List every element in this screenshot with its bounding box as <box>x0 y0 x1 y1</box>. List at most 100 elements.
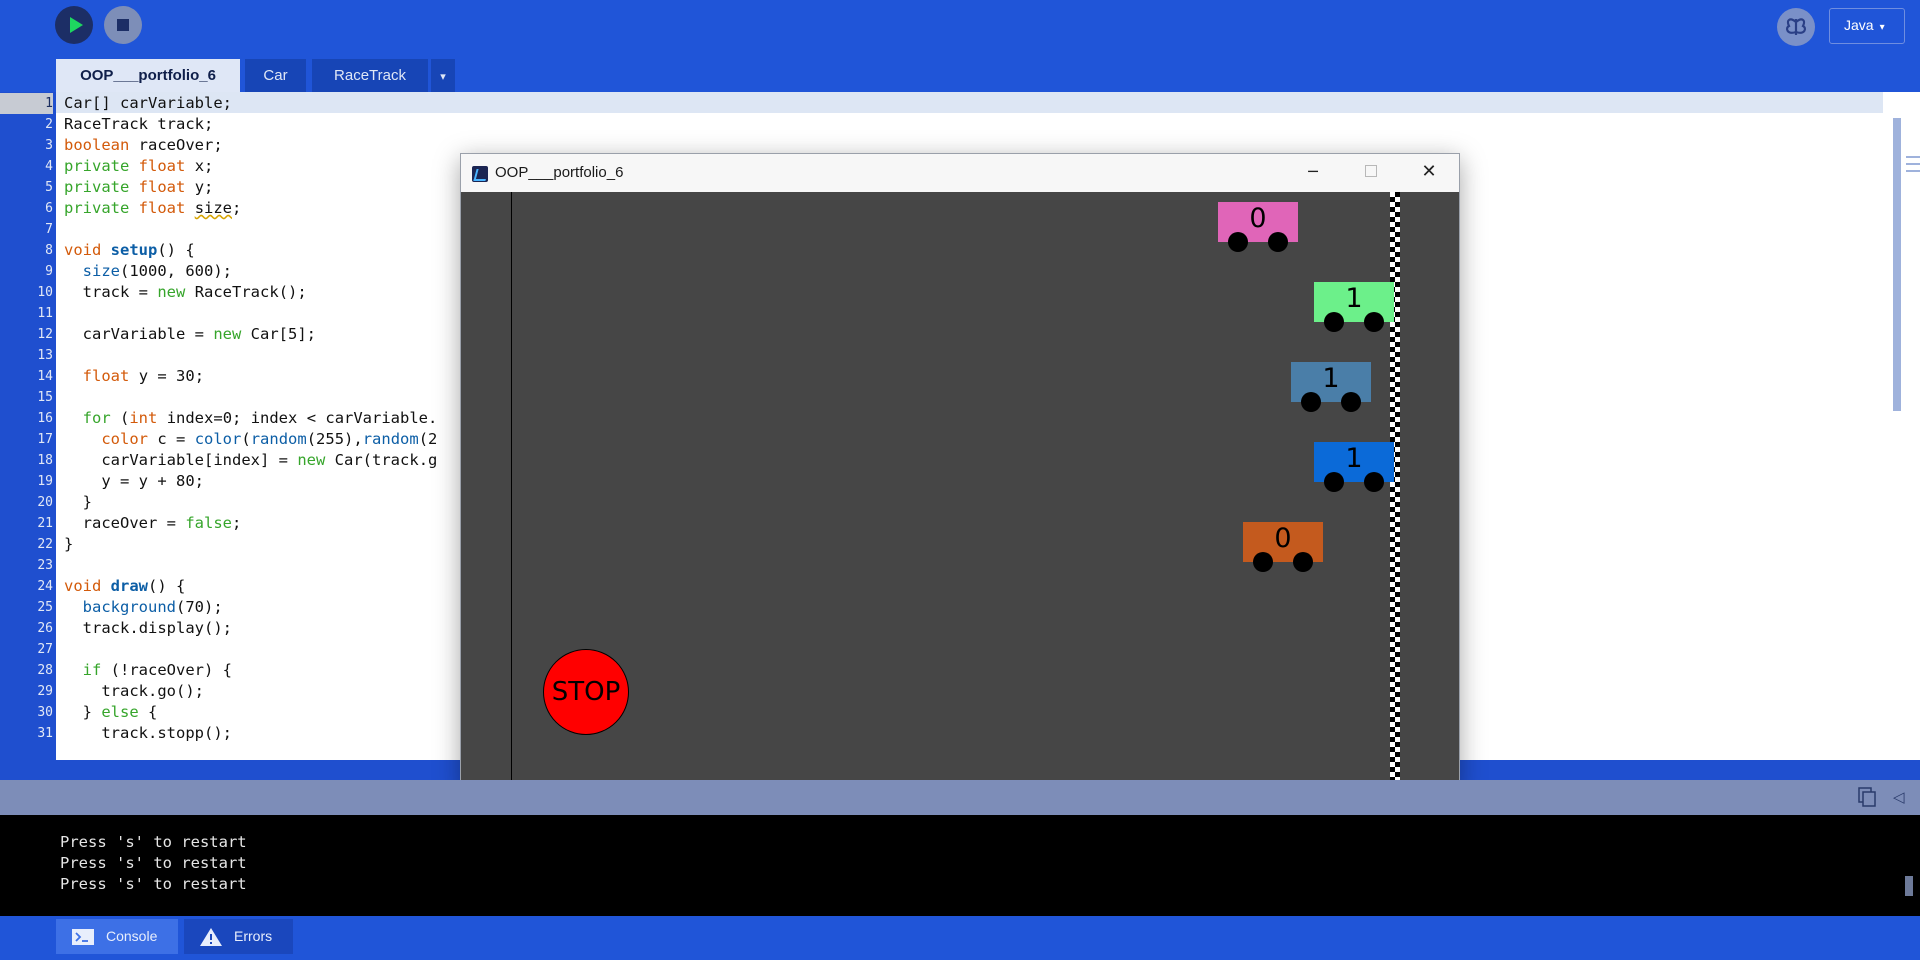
tab-racetrack[interactable]: RaceTrack <box>312 59 428 92</box>
code-line[interactable]: size(1000, 600); <box>64 261 232 282</box>
editor-scrollbar-thumb[interactable] <box>1893 118 1901 411</box>
code-line[interactable]: track.display(); <box>64 618 232 639</box>
car-lap-count: 0 <box>1249 203 1267 234</box>
line-number: 6 <box>45 201 53 216</box>
language-select[interactable]: Java ▾ <box>1829 8 1905 44</box>
stop-button-label: STOP <box>551 677 621 707</box>
race-car: 1 <box>1291 362 1371 412</box>
code-line[interactable]: void setup() { <box>64 240 195 261</box>
debugger-button[interactable] <box>1777 8 1815 46</box>
code-line[interactable]: boolean raceOver; <box>64 135 223 156</box>
minimap-marker <box>1906 156 1920 182</box>
code-line[interactable]: raceOver = false; <box>64 513 242 534</box>
race-car: 0 <box>1243 522 1323 572</box>
line-number: 2 <box>45 117 53 132</box>
code-line[interactable]: track.stopp(); <box>64 723 232 744</box>
code-line[interactable]: void draw() { <box>64 576 185 597</box>
window-titlebar[interactable]: OOP___portfolio_6 ─ ✕ <box>461 154 1459 192</box>
car-lap-count: 0 <box>1274 523 1292 554</box>
front-wheel <box>1364 472 1384 492</box>
race-car: 1 <box>1314 282 1394 332</box>
line-number: 9 <box>45 264 53 279</box>
code-line[interactable]: } <box>64 492 92 513</box>
console-line: Press 's' to restart <box>60 854 247 872</box>
line-number: 20 <box>37 495 53 510</box>
collapse-console-icon[interactable]: ◁ <box>1893 788 1905 806</box>
line-number: 7 <box>45 222 53 237</box>
editor-scrollbar[interactable] <box>1883 92 1920 760</box>
stop-icon <box>117 19 129 31</box>
butterfly-icon <box>1785 18 1807 35</box>
close-button[interactable]: ✕ <box>1400 154 1458 192</box>
current-line-highlight <box>56 92 1883 113</box>
race-car: 1 <box>1314 442 1394 492</box>
copy-icon[interactable] <box>1856 786 1878 808</box>
errors-tab[interactable]: Errors <box>184 919 293 954</box>
line-number: 24 <box>37 579 53 594</box>
code-line[interactable]: for (int index=0; index < carVariable. <box>64 408 438 429</box>
line-number: 19 <box>37 474 53 489</box>
chevron-down-icon: ▾ <box>1879 22 1885 33</box>
line-number: 17 <box>37 432 53 447</box>
tab-car[interactable]: Car <box>245 59 306 92</box>
language-label: Java <box>1844 17 1874 33</box>
code-line[interactable]: if (!raceOver) { <box>64 660 232 681</box>
code-line[interactable]: y = y + 80; <box>64 471 204 492</box>
code-line[interactable]: track.go(); <box>64 681 204 702</box>
tabs-menu-chevron-icon[interactable]: ▾ <box>431 59 455 92</box>
car-lap-count: 1 <box>1345 443 1363 474</box>
code-line[interactable]: carVariable[index] = new Car(track.g <box>64 450 437 471</box>
line-number: 21 <box>37 516 53 531</box>
code-line[interactable]: color c = color(random(255),random(2 <box>64 429 437 450</box>
processing-app-icon <box>472 166 488 182</box>
stop-button[interactable]: STOP <box>543 649 629 735</box>
sketch-canvas[interactable]: 0 1 1 1 0 STOP <box>461 192 1459 790</box>
console-scrollbar-thumb[interactable] <box>1905 876 1913 896</box>
line-number: 30 <box>37 705 53 720</box>
terminal-icon <box>72 929 94 945</box>
code-line[interactable]: } <box>64 534 73 555</box>
start-line <box>511 192 512 790</box>
line-number: 11 <box>37 306 53 321</box>
line-number: 8 <box>45 243 53 258</box>
line-number-gutter: 1 2 3 4 5 6 7 8 9 10 11 12 13 14 15 16 17 18 19 20 21 22 23 24 2… <box>0 92 56 760</box>
line-number: 5 <box>45 180 53 195</box>
rear-wheel <box>1301 392 1321 412</box>
line-number: 13 <box>37 348 53 363</box>
window-title: OOP___portfolio_6 <box>495 164 624 181</box>
front-wheel <box>1341 392 1361 412</box>
console-tab[interactable]: Console <box>56 919 178 954</box>
line-number: 22 <box>37 537 53 552</box>
run-button[interactable] <box>55 6 93 44</box>
errors-tab-label: Errors <box>234 928 273 944</box>
console-output[interactable]: Press 's' to restart Press 's' to restar… <box>0 815 1920 916</box>
code-line[interactable]: track = new RaceTrack(); <box>64 282 307 303</box>
rear-wheel <box>1253 552 1273 572</box>
maximize-button[interactable] <box>1342 154 1400 192</box>
line-number: 15 <box>37 390 53 405</box>
code-line[interactable]: Car[] carVariable; <box>64 93 232 114</box>
minimize-button[interactable]: ─ <box>1284 154 1342 192</box>
sketch-window[interactable]: OOP___portfolio_6 ─ ✕ 0 1 1 1 0 STOP <box>460 153 1460 791</box>
tab-oop-portfolio-6[interactable]: OOP___portfolio_6 <box>56 59 240 92</box>
line-number: 27 <box>37 642 53 657</box>
code-line[interactable]: background(70); <box>64 597 223 618</box>
line-number: 31 <box>37 726 53 741</box>
stop-button[interactable] <box>104 6 142 44</box>
code-line[interactable]: RaceTrack track; <box>64 114 213 135</box>
line-number: 14 <box>37 369 53 384</box>
line-number: 26 <box>37 621 53 636</box>
front-wheel <box>1364 312 1384 332</box>
code-line[interactable]: private float size; <box>64 198 241 219</box>
code-line[interactable]: } else { <box>64 702 158 723</box>
code-line[interactable]: private float y; <box>64 177 213 198</box>
rear-wheel <box>1324 472 1344 492</box>
code-line[interactable]: carVariable = new Car[5]; <box>64 324 316 345</box>
rear-wheel <box>1324 312 1344 332</box>
play-icon <box>70 17 83 33</box>
line-number: 18 <box>37 453 53 468</box>
line-number: 3 <box>45 138 53 153</box>
code-line[interactable]: float y = 30; <box>64 366 204 387</box>
code-line[interactable]: private float x; <box>64 156 213 177</box>
line-number: 25 <box>37 600 53 615</box>
